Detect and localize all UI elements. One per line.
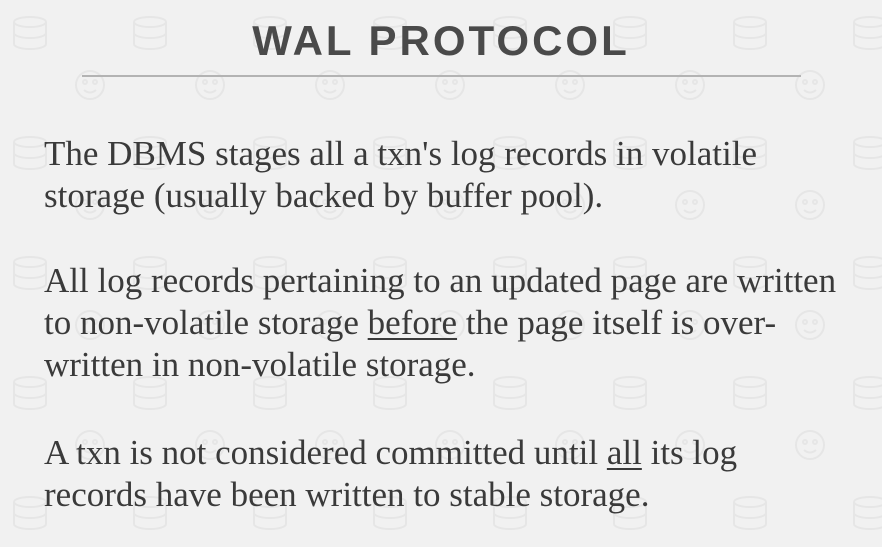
emphasis-before: before [367, 303, 458, 342]
paragraph-staging-text: The DBMS stages all a txn's log records … [44, 134, 757, 215]
paragraph-commit-rule-before: A txn is not considered committed until [44, 433, 607, 472]
emphasis-all: all [606, 433, 642, 472]
slide-title: WAL PROTOCOL [252, 17, 630, 64]
slide: WAL PROTOCOL The DBMS stages all a txn's… [0, 0, 882, 547]
title-divider [82, 75, 801, 77]
paragraph-staging: The DBMS stages all a txn's log records … [44, 133, 844, 217]
paragraph-write-order: All log records pertaining to an updated… [44, 260, 844, 386]
paragraph-commit-rule: A txn is not considered committed until … [44, 432, 844, 516]
